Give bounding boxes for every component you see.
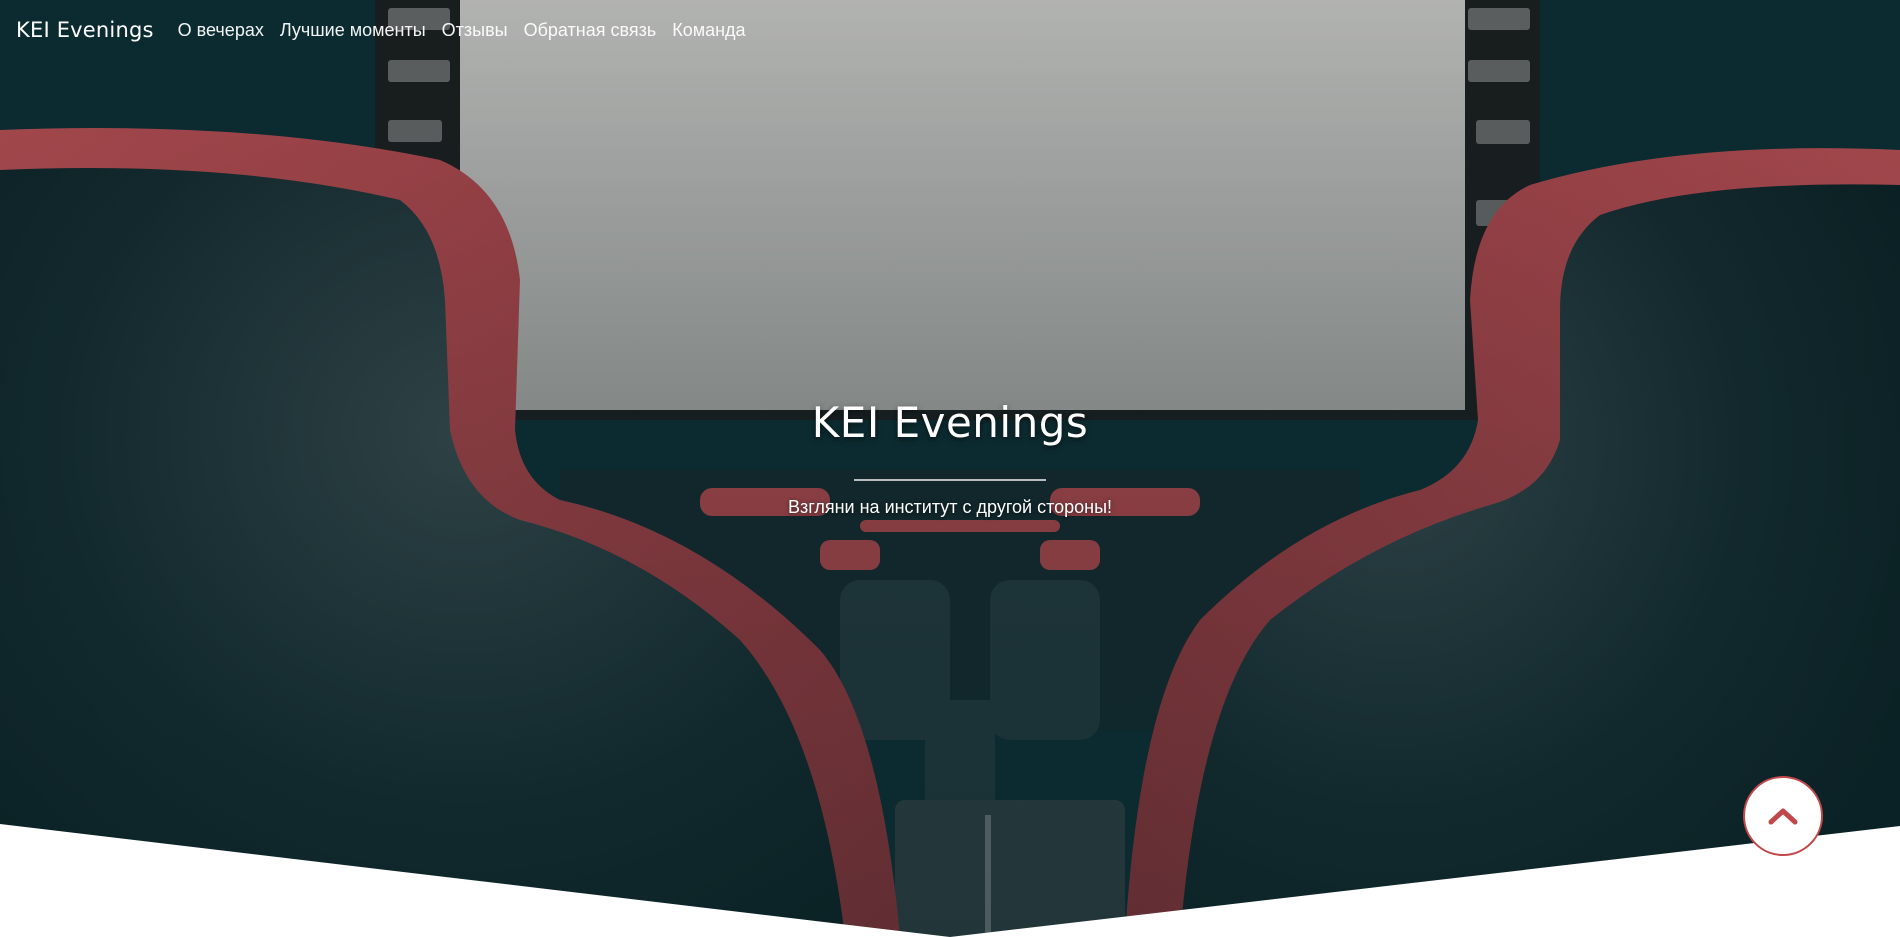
chevron-up-icon <box>1768 808 1798 825</box>
brand-link[interactable]: KEI Evenings <box>16 18 154 42</box>
masthead-divider <box>854 479 1046 481</box>
nav-link-about[interactable]: О вечерах <box>178 20 264 41</box>
nav-link-highlights[interactable]: Лучшие моменты <box>280 20 426 41</box>
hero-section: KEI Evenings О вечерах Лучшие моменты От… <box>0 0 1900 937</box>
nav-link-feedback[interactable]: Обратная связь <box>524 20 657 41</box>
nav-link-reviews[interactable]: Отзывы <box>442 20 508 41</box>
nav-links: О вечерах Лучшие моменты Отзывы Обратная… <box>178 20 762 41</box>
scroll-to-top-button[interactable] <box>1743 776 1823 856</box>
top-navbar: KEI Evenings О вечерах Лучшие моменты От… <box>0 0 1900 60</box>
masthead-subtitle: Взгляни на институт с другой стороны! <box>787 497 1113 517</box>
masthead-title: KEI Evenings <box>811 398 1089 447</box>
nav-link-team[interactable]: Команда <box>672 20 745 41</box>
masthead: KEI Evenings Взгляни на институт с друго… <box>0 398 1900 518</box>
